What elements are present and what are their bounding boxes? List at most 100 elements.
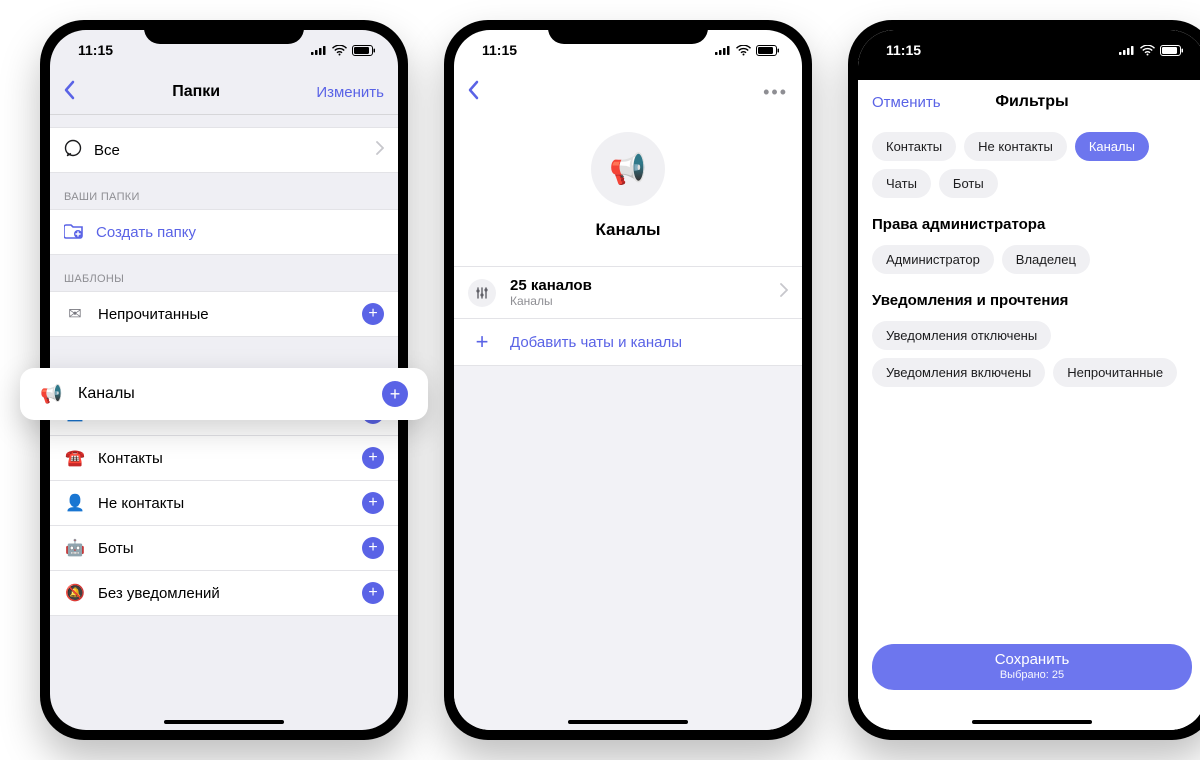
phone-icon: ☎️ — [64, 448, 86, 468]
navbar: Папки Изменить — [50, 70, 398, 115]
chip-notif-off[interactable]: Уведомления отключены — [872, 321, 1051, 350]
template-channels-highlight[interactable]: 📢 Каналы + — [20, 368, 428, 420]
chip-owner[interactable]: Владелец — [1002, 245, 1090, 274]
add-icon[interactable]: + — [382, 381, 408, 407]
chip-bots[interactable]: Боты — [939, 169, 998, 198]
group-notif-title: Уведомления и прочтения — [872, 292, 1192, 309]
notch — [952, 20, 1112, 44]
notch — [144, 20, 304, 44]
section-templates: ШАБЛОНЫ — [50, 255, 398, 291]
megaphone-icon: 📢 — [40, 384, 64, 405]
row-all-label: Все — [94, 142, 376, 159]
back-button[interactable] — [468, 80, 480, 105]
template-non-contacts[interactable]: 👤 Не контакты + — [50, 481, 398, 526]
save-button[interactable]: Сохранить Выбрано: 25 — [872, 644, 1192, 690]
save-label: Сохранить — [995, 651, 1070, 669]
page-title: Папки — [76, 83, 316, 101]
chevron-right-icon — [376, 141, 384, 159]
chip-chats[interactable]: Чаты — [872, 169, 931, 198]
template-label: Не контакты — [98, 495, 362, 512]
sliders-icon — [468, 279, 496, 307]
filter-group-notif: Уведомления отключены Уведомления включе… — [872, 321, 1192, 387]
status-icons — [1119, 45, 1184, 56]
plus-icon: + — [468, 329, 496, 355]
signal-icon — [311, 45, 327, 55]
filter-group-types: Контакты Не контакты Каналы Чаты Боты — [872, 132, 1192, 198]
status-icons — [311, 45, 376, 56]
home-indicator — [164, 720, 284, 724]
phone-2: 11:15 ••• 📢 Каналы — [444, 20, 812, 740]
hero-title: Каналы — [595, 220, 660, 240]
phone-1: 11:15 Папки Изменить Все — [40, 20, 408, 740]
battery-icon — [1160, 45, 1184, 56]
template-unread[interactable]: ✉︎ Непрочитанные + — [50, 291, 398, 337]
add-icon[interactable]: + — [362, 447, 384, 469]
megaphone-icon: 📢 — [609, 152, 646, 187]
template-label: Без уведомлений — [98, 585, 362, 602]
edit-button[interactable]: Изменить — [316, 84, 384, 101]
wifi-icon — [1140, 45, 1155, 56]
mute-icon: 🔕 — [64, 583, 86, 603]
battery-icon — [756, 45, 780, 56]
filter-group-admin: Администратор Владелец — [872, 245, 1192, 274]
navbar: Отменить Фильтры — [858, 80, 1200, 124]
group-admin-title: Права администратора — [872, 216, 1192, 233]
status-icons — [715, 45, 780, 56]
row-add-chats[interactable]: + Добавить чаты и каналы — [454, 319, 802, 365]
chat-bubble-icon — [64, 139, 82, 161]
status-time: 11:15 — [78, 42, 113, 58]
chip-noncontacts[interactable]: Не контакты — [964, 132, 1067, 161]
save-sublabel: Выбрано: 25 — [1000, 669, 1064, 682]
screen-channel-folder: 11:15 ••• 📢 Каналы — [454, 30, 802, 730]
hero-icon-circle: 📢 — [591, 132, 665, 206]
template-bots[interactable]: 🤖 Боты + — [50, 526, 398, 571]
add-icon[interactable]: + — [362, 303, 384, 325]
templates-list: ✉︎ Непрочитанные + 👤 Мои каналы + ☎️ Кон… — [50, 291, 398, 616]
add-icon[interactable]: + — [362, 582, 384, 604]
folder-rows: 25 каналов Каналы + Добавить чаты и кана… — [454, 266, 802, 366]
template-label: Непрочитанные — [98, 306, 362, 323]
chip-channels[interactable]: Каналы — [1075, 132, 1149, 161]
add-chats-label: Добавить чаты и каналы — [510, 334, 682, 351]
chip-notif-on[interactable]: Уведомления включены — [872, 358, 1045, 387]
screen-filters: 11:15 Отменить Фильтры Контакты Не конта… — [858, 30, 1200, 730]
add-icon[interactable]: + — [362, 537, 384, 559]
chevron-left-icon — [64, 80, 76, 100]
chevron-left-icon — [468, 80, 480, 100]
person-silhouette-icon: 👤 — [64, 493, 86, 513]
bot-icon: 🤖 — [64, 538, 86, 558]
add-icon[interactable]: + — [362, 492, 384, 514]
chip-unread[interactable]: Непрочитанные — [1053, 358, 1177, 387]
section-your-folders: ВАШИ ПАПКИ — [50, 173, 398, 209]
filters-scroll: Контакты Не контакты Каналы Чаты Боты Пр… — [858, 124, 1200, 730]
folder-add-icon — [64, 221, 84, 243]
create-folder-button[interactable]: Создать папку — [50, 209, 398, 255]
navbar: ••• — [454, 70, 802, 114]
wifi-icon — [332, 45, 347, 56]
home-indicator — [972, 720, 1092, 724]
hero: 📢 Каналы — [454, 114, 802, 266]
status-time: 11:15 — [482, 42, 517, 58]
notch — [548, 20, 708, 44]
signal-icon — [715, 45, 731, 55]
empty-area — [454, 366, 802, 730]
more-button[interactable]: ••• — [763, 82, 788, 103]
back-button[interactable] — [64, 80, 76, 105]
row-title: 25 каналов — [510, 277, 766, 294]
chip-contacts[interactable]: Контакты — [872, 132, 956, 161]
status-time: 11:15 — [886, 42, 921, 58]
home-indicator — [568, 720, 688, 724]
signal-icon — [1119, 45, 1135, 55]
create-folder-label: Создать папку — [96, 224, 196, 241]
template-label: Контакты — [98, 450, 362, 467]
envelope-icon: ✉︎ — [64, 304, 86, 324]
template-contacts[interactable]: ☎️ Контакты + — [50, 436, 398, 481]
chip-admin[interactable]: Администратор — [872, 245, 994, 274]
template-label: Боты — [98, 540, 362, 557]
wifi-icon — [736, 45, 751, 56]
phone-3: 11:15 Отменить Фильтры Контакты Не конта… — [848, 20, 1200, 740]
row-all[interactable]: Все — [50, 127, 398, 173]
row-channel-count[interactable]: 25 каналов Каналы — [454, 267, 802, 319]
cancel-button[interactable]: Отменить — [872, 94, 941, 111]
template-muted[interactable]: 🔕 Без уведомлений + — [50, 571, 398, 616]
